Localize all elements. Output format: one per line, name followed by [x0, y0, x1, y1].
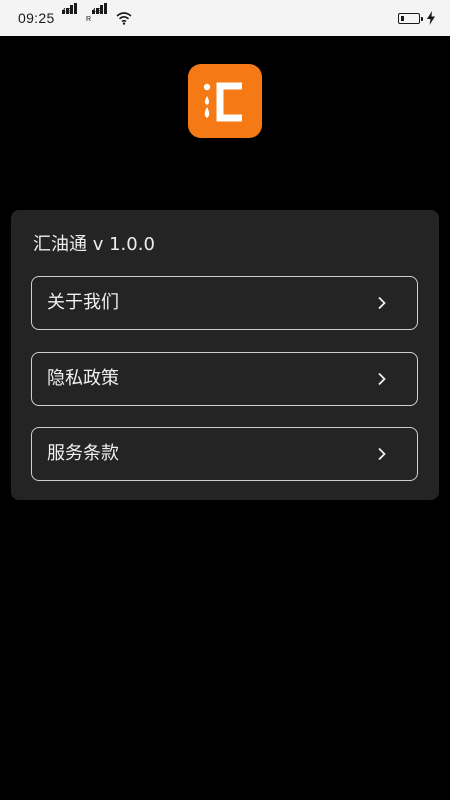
about-screen: 09:25 4G 4G R	[0, 0, 450, 800]
about-card: 汇油通 v 1.0.0 关于我们 隐私政策 服务条款	[11, 210, 439, 500]
menu-item-privacy-policy[interactable]: 隐私政策	[31, 352, 418, 406]
status-time: 09:25	[18, 10, 55, 26]
chevron-right-icon	[378, 372, 386, 386]
chevron-right-icon	[378, 447, 386, 461]
menu-item-label: 服务条款	[47, 443, 119, 464]
battery-icon	[398, 13, 423, 24]
app-logo	[188, 64, 262, 138]
status-bar: 09:25 4G 4G R	[0, 0, 450, 36]
sim2-roaming-label: R	[86, 16, 92, 23]
menu-item-label: 隐私政策	[47, 368, 119, 389]
charging-icon	[427, 11, 435, 25]
menu-item-about-us[interactable]: 关于我们	[31, 276, 418, 330]
wifi-icon	[116, 12, 132, 25]
menu-item-terms-of-service[interactable]: 服务条款	[31, 427, 418, 481]
chevron-right-icon	[378, 296, 386, 310]
app-name-version: 汇油通 v 1.0.0	[33, 234, 155, 255]
app-logo-glyph	[203, 82, 242, 122]
menu-item-label: 关于我们	[47, 292, 119, 313]
